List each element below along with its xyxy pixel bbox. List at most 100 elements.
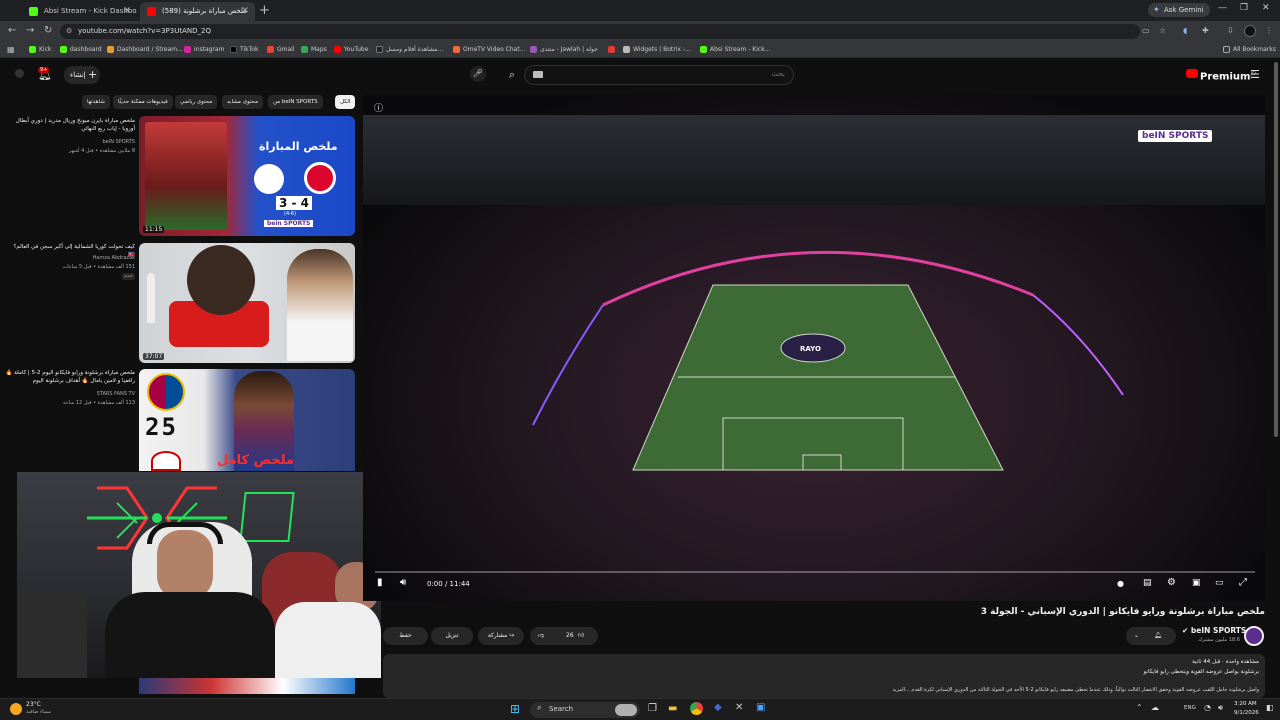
bookmark-gmail[interactable]: Gmail — [267, 42, 295, 58]
progress-bar[interactable] — [375, 571, 1255, 573]
miniplayer-icon[interactable]: ▣ — [1192, 578, 1201, 588]
clock-date[interactable]: 9/1/2026 — [1234, 710, 1259, 716]
close-icon[interactable]: ✕ — [123, 2, 131, 21]
description-box[interactable]: مشاهدة واحدة · قبل 44 ثانية برشلونة يواص… — [383, 654, 1265, 698]
audio-icon[interactable]: ◖ — [1183, 26, 1192, 35]
notifications-center-icon[interactable]: ◧ — [1266, 703, 1274, 712]
rec-channel[interactable]: STARS FANS TV — [5, 390, 135, 398]
bookmark-instagram[interactable]: instagram — [184, 42, 224, 58]
volume-icon[interactable]: 🔊︎ — [1218, 703, 1223, 713]
chip-watched[interactable]: شاهدتها — [82, 95, 110, 109]
like-dislike-group: 👎︎ 26 👍︎ — [530, 627, 598, 645]
youtube-logo[interactable]: PremiumJO — [1186, 67, 1256, 84]
restore-icon[interactable]: ❐ — [1240, 3, 1248, 13]
all-bookmarks[interactable]: All Bookmarks — [1223, 42, 1276, 58]
bookmark-tiktok[interactable]: TikTok — [230, 42, 258, 58]
tab-kick-dashboard[interactable]: Absi Stream - Kick Dashboard ✕ — [22, 2, 137, 21]
chip-recent[interactable]: فيديوهات ممكنة حديثًا — [113, 95, 173, 109]
channel-name[interactable]: ✔ beIN SPORTS — [1182, 626, 1246, 635]
extensions-icon[interactable]: ✚ — [1202, 26, 1211, 35]
save-button[interactable]: حفظ — [383, 627, 428, 645]
windows-start-icon[interactable]: ⊞ — [510, 702, 520, 716]
autoplay-toggle-icon[interactable]: ● — [1117, 579, 1124, 588]
play-icon[interactable]: ▮ — [377, 577, 383, 588]
file-explorer-icon[interactable]: ▬ — [668, 703, 677, 714]
rec-thumbnail[interactable]: ملخص المباراة 3 - 4 (4-6) bein SPORTS 11… — [139, 116, 355, 236]
chip-from-bein[interactable]: من beIN SPORTS — [268, 95, 323, 109]
guide-menu-icon[interactable]: ☰ — [1250, 68, 1260, 81]
video-player[interactable]: RAYO beIN SPORTS ⓘ ▮ 🔊︎ 0:00 / 11:44 ● ▤… — [363, 95, 1265, 601]
create-button[interactable]: إنشاء + — [64, 66, 100, 84]
bookmark-star-icon[interactable]: ☆ — [1159, 26, 1168, 35]
download-button[interactable]: تنزيل — [431, 627, 473, 645]
search-input[interactable]: بحث — [524, 65, 794, 85]
rec-channel[interactable]: Hamza Abdrazak — [5, 254, 135, 262]
bookmark-ometv[interactable]: OmeTV Video Chat... — [453, 42, 525, 58]
address-bar[interactable]: ⚙ youtube.com/watch?v=3P3UtAND_2Q — [60, 24, 1140, 39]
tab-youtube-video[interactable]: ملخص مباراة برشلونة (589) ✕ — [140, 2, 255, 21]
forward-icon[interactable]: → — [26, 25, 34, 36]
clock-time[interactable]: 3:20 AM — [1234, 701, 1257, 707]
install-icon[interactable]: ▭ — [1142, 26, 1151, 35]
rec-title[interactable]: ملخص مباراة بايرن ميونخ وريال مدريد | دو… — [5, 117, 135, 133]
keyboard-icon[interactable] — [533, 71, 543, 78]
rec-thumbnail[interactable]: 25 ملخص كامل — [139, 369, 355, 471]
chip-all[interactable]: الكل — [335, 95, 356, 109]
new-tab-button[interactable]: + — [259, 2, 270, 19]
capcut-icon[interactable]: ✕ — [735, 702, 743, 713]
tray-icon[interactable]: ☁ — [1151, 703, 1159, 712]
dislike-icon[interactable]: 👎︎ — [538, 627, 544, 645]
back-icon[interactable]: ← — [8, 25, 16, 36]
bookmark-movies[interactable]: مشاهدة أفلام ومسل... — [376, 42, 443, 58]
thumbnail-strip[interactable] — [139, 678, 355, 694]
reload-icon[interactable]: ↻ — [44, 25, 52, 36]
language-indicator[interactable]: ENG — [1184, 705, 1196, 711]
subscribed-button[interactable]: ⌄ 🔔︎ — [1126, 627, 1176, 645]
bookmark-jawlah[interactable]: منتدى - Jawlah | جولة — [530, 42, 598, 58]
chip-similar[interactable]: محتوى مشابه — [222, 95, 264, 109]
rec-meta: 8 ملايين مشاهدة • قبل 4 أشهر — [68, 148, 135, 154]
bookmark-absi-stream[interactable]: Absi Stream - Kick... — [700, 42, 770, 58]
subtitles-icon[interactable]: ▤ — [1143, 578, 1152, 588]
bookmark-youtube[interactable]: YouTube — [334, 42, 368, 58]
downloads-icon[interactable]: ⇩ — [1227, 26, 1236, 35]
fullscreen-icon[interactable]: ⤢ — [1239, 577, 1247, 588]
bookmark-dashboard[interactable]: dashboard — [60, 42, 102, 58]
volume-icon[interactable]: 🔊︎ — [400, 577, 406, 588]
wifi-icon[interactable]: ◔ — [1204, 703, 1211, 712]
bookmark-botrix[interactable]: Widgets | Botrix -... — [623, 42, 691, 58]
profile-avatar[interactable] — [1244, 25, 1256, 37]
rec-channel[interactable]: beIN SPORTS — [5, 138, 135, 146]
chip-sports[interactable]: محتوى رياضي — [175, 95, 218, 109]
close-icon[interactable]: ✕ — [241, 2, 249, 21]
like-count[interactable]: 26 — [566, 627, 574, 645]
search-icon[interactable]: ⌕ — [500, 65, 524, 85]
weather-icon[interactable] — [10, 703, 22, 715]
close-window-icon[interactable]: ✕ — [1262, 3, 1270, 13]
info-icon[interactable]: ⓘ — [374, 101, 383, 114]
mic-icon[interactable]: 🎤︎ — [470, 66, 486, 82]
menu-icon[interactable]: ⋮ — [1265, 26, 1274, 35]
chrome-icon[interactable] — [690, 702, 703, 715]
bookmark-maps[interactable]: Maps — [301, 42, 327, 58]
share-button[interactable]: مشاركة ↪ — [478, 627, 524, 645]
like-icon[interactable]: 👍︎ — [578, 627, 584, 645]
apps-icon[interactable]: ▦ — [7, 45, 15, 54]
channel-avatar[interactable] — [1244, 626, 1264, 646]
task-view-icon[interactable]: ❐ — [648, 703, 657, 714]
site-info-icon[interactable]: ⚙ — [66, 27, 72, 35]
page-scrollbar[interactable] — [1274, 62, 1278, 437]
cast-icon[interactable]: ▭ — [1215, 578, 1224, 588]
app-icon[interactable]: ◆ — [714, 702, 722, 713]
bookmark-dashboard-stream[interactable]: Dashboard / Stream... — [107, 42, 183, 58]
account-avatar[interactable] — [15, 69, 24, 78]
obs-icon[interactable]: ▣ — [756, 702, 765, 713]
ask-gemini-button[interactable]: Ask Gemini — [1148, 3, 1210, 17]
rec-thumbnail[interactable]: 37:07 — [139, 243, 355, 363]
settings-icon[interactable]: ⚙ — [1167, 577, 1176, 588]
bookmark-kick[interactable]: Kick — [29, 42, 51, 58]
rec-title[interactable]: ملخص مباراة برشلونة ورايو فايكانو اليوم … — [5, 369, 135, 385]
tray-chevron-icon[interactable]: ⌃ — [1136, 703, 1143, 712]
taskbar-search[interactable]: ⌕ Search — [530, 702, 640, 718]
minimize-icon[interactable]: — — [1218, 3, 1227, 13]
